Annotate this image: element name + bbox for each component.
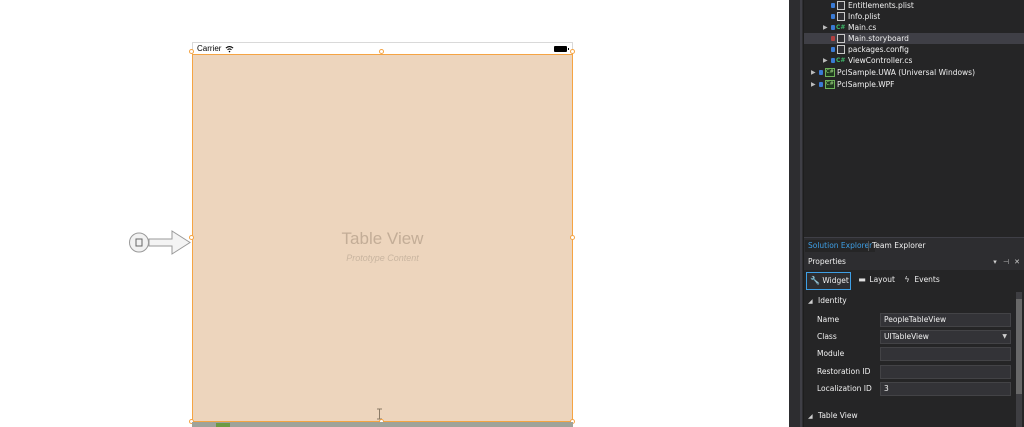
- project-icon: C#: [825, 68, 835, 77]
- properties-header: Properties ▾ ⊣ ✕: [804, 254, 1024, 270]
- table-view-title: Table View: [341, 229, 424, 248]
- layout-icon: ▬: [858, 275, 866, 284]
- tab-events[interactable]: ϟ Events: [899, 272, 941, 290]
- view-controller-scene[interactable]: Carrier Table View Prototype Content: [189, 42, 575, 427]
- tree-item-label: PclSample.WPF: [837, 80, 895, 89]
- tab-events-label: Events: [914, 275, 940, 284]
- tab-solution-explorer[interactable]: Solution Explorer: [805, 240, 876, 252]
- scene-dock: [192, 422, 573, 427]
- expand-arrow-icon[interactable]: ▶: [811, 67, 818, 78]
- storyboard-canvas[interactable]: Carrier Table View Prototype Content: [0, 0, 789, 427]
- resize-handle-middle-left[interactable]: [189, 235, 194, 240]
- tree-item-main-storyboard[interactable]: Main.storyboard: [804, 33, 1024, 44]
- source-control-lock-icon: [831, 36, 835, 41]
- plist-file-icon: [837, 1, 845, 10]
- wifi-icon: [225, 45, 234, 53]
- module-label: Module: [817, 349, 845, 358]
- pin-icon[interactable]: ⊣: [1002, 256, 1010, 268]
- tab-team-explorer[interactable]: Team Explorer: [869, 240, 928, 252]
- solution-explorer-tree: Entitlements.plist Info.plist ▶ C# Main.…: [804, 0, 1024, 237]
- tree-item-label: ViewController.cs: [848, 56, 913, 65]
- name-label: Name: [817, 315, 840, 324]
- tree-item-label: PclSample.UWA (Universal Windows): [837, 68, 976, 77]
- tree-item-label: Main.cs: [848, 23, 877, 32]
- tree-item-main-cs[interactable]: ▶ C# Main.cs: [804, 22, 1024, 33]
- expand-arrow-icon[interactable]: ▶: [823, 55, 830, 66]
- properties-scrollbar-thumb[interactable]: [1016, 299, 1022, 394]
- source-control-lock-icon: [831, 25, 835, 30]
- ide-side-panel: Entitlements.plist Info.plist ▶ C# Main.…: [789, 0, 1024, 427]
- pad-options-dropdown-icon[interactable]: ▾: [991, 256, 999, 268]
- storyboard-file-icon: [837, 34, 845, 43]
- tree-item-label: Info.plist: [848, 12, 881, 21]
- resize-handle-top-right[interactable]: [570, 49, 575, 54]
- resize-handle-top-left[interactable]: [189, 49, 194, 54]
- identity-section-header[interactable]: ◢ Identity: [808, 295, 847, 307]
- tree-item-packages-config[interactable]: packages.config: [804, 44, 1024, 55]
- table-view-subtitle: Prototype Content: [346, 253, 419, 263]
- close-icon[interactable]: ✕: [1013, 256, 1021, 268]
- tree-item-info-plist[interactable]: Info.plist: [804, 11, 1024, 22]
- lightning-icon: ϟ: [904, 275, 910, 284]
- tree-item-pclsample-uwa[interactable]: ▶ C# PclSample.UWA (Universal Windows): [804, 67, 1024, 78]
- localization-id-label: Localization ID: [817, 384, 872, 393]
- splitter-line: [800, 0, 802, 427]
- project-icon: C#: [825, 80, 835, 89]
- plist-file-icon: [837, 12, 845, 21]
- battery-icon: [554, 46, 569, 52]
- restoration-id-field[interactable]: [880, 365, 1011, 379]
- class-label: Class: [817, 332, 837, 341]
- class-dropdown[interactable]: UITableView ▼: [880, 330, 1011, 344]
- module-field[interactable]: [880, 347, 1011, 361]
- tree-item-label: Main.storyboard: [848, 34, 909, 43]
- view-controller-dock-icon[interactable]: [216, 423, 230, 427]
- tab-layout[interactable]: ▬ Layout: [854, 272, 896, 290]
- table-view[interactable]: Table View Prototype Content: [192, 54, 573, 422]
- properties-pad: Properties ▾ ⊣ ✕ 🔧 Widget ▬ Layout ϟ Eve…: [804, 254, 1024, 427]
- table-view-section-header[interactable]: ◢ Table View: [808, 410, 858, 422]
- identity-section-label: Identity: [818, 296, 847, 305]
- chevron-down-icon: ▼: [1002, 333, 1007, 340]
- source-control-lock-icon: [819, 82, 823, 87]
- tree-item-entitlements[interactable]: Entitlements.plist: [804, 0, 1024, 11]
- explorer-tabs: Solution Explorer Team Explorer: [804, 237, 1024, 253]
- tree-item-pclsample-wpf[interactable]: ▶ C# PclSample.WPF: [804, 79, 1024, 90]
- csharp-file-icon: C#: [836, 24, 846, 31]
- tree-item-label: packages.config: [848, 45, 909, 54]
- csharp-file-icon: C#: [836, 57, 846, 64]
- source-control-lock-icon: [831, 47, 835, 52]
- tree-item-viewcontroller-cs[interactable]: ▶ C# ViewController.cs: [804, 55, 1024, 66]
- tab-widget[interactable]: 🔧 Widget: [806, 272, 851, 290]
- initial-view-controller-arrow-icon[interactable]: [128, 229, 192, 256]
- wrench-icon: 🔧: [810, 276, 820, 285]
- name-field-value: PeopleTableView: [884, 315, 947, 324]
- class-dropdown-value: UITableView: [884, 332, 929, 341]
- tab-layout-label: Layout: [869, 275, 895, 284]
- panel-splitter[interactable]: [789, 0, 804, 427]
- expand-arrow-icon[interactable]: ▶: [823, 22, 830, 33]
- restoration-id-label: Restoration ID: [817, 367, 871, 376]
- source-control-lock-icon: [819, 70, 823, 75]
- expand-arrow-icon[interactable]: ▶: [811, 79, 818, 90]
- table-view-section-label: Table View: [818, 411, 858, 420]
- name-field[interactable]: PeopleTableView: [880, 313, 1011, 327]
- localization-id-field[interactable]: 3: [880, 382, 1011, 396]
- config-file-icon: [837, 45, 845, 54]
- collapse-triangle-icon: ◢: [808, 413, 813, 420]
- properties-title: Properties: [808, 257, 846, 266]
- tree-item-label: Entitlements.plist: [848, 1, 914, 10]
- source-control-lock-icon: [831, 58, 835, 63]
- resize-handle-top-center[interactable]: [379, 49, 384, 54]
- tab-widget-label: Widget: [822, 276, 849, 285]
- resize-handle-middle-right[interactable]: [570, 235, 575, 240]
- localization-id-field-value: 3: [884, 384, 889, 393]
- source-control-lock-icon: [831, 3, 835, 8]
- source-control-lock-icon: [831, 14, 835, 19]
- collapse-triangle-icon: ◢: [808, 298, 813, 305]
